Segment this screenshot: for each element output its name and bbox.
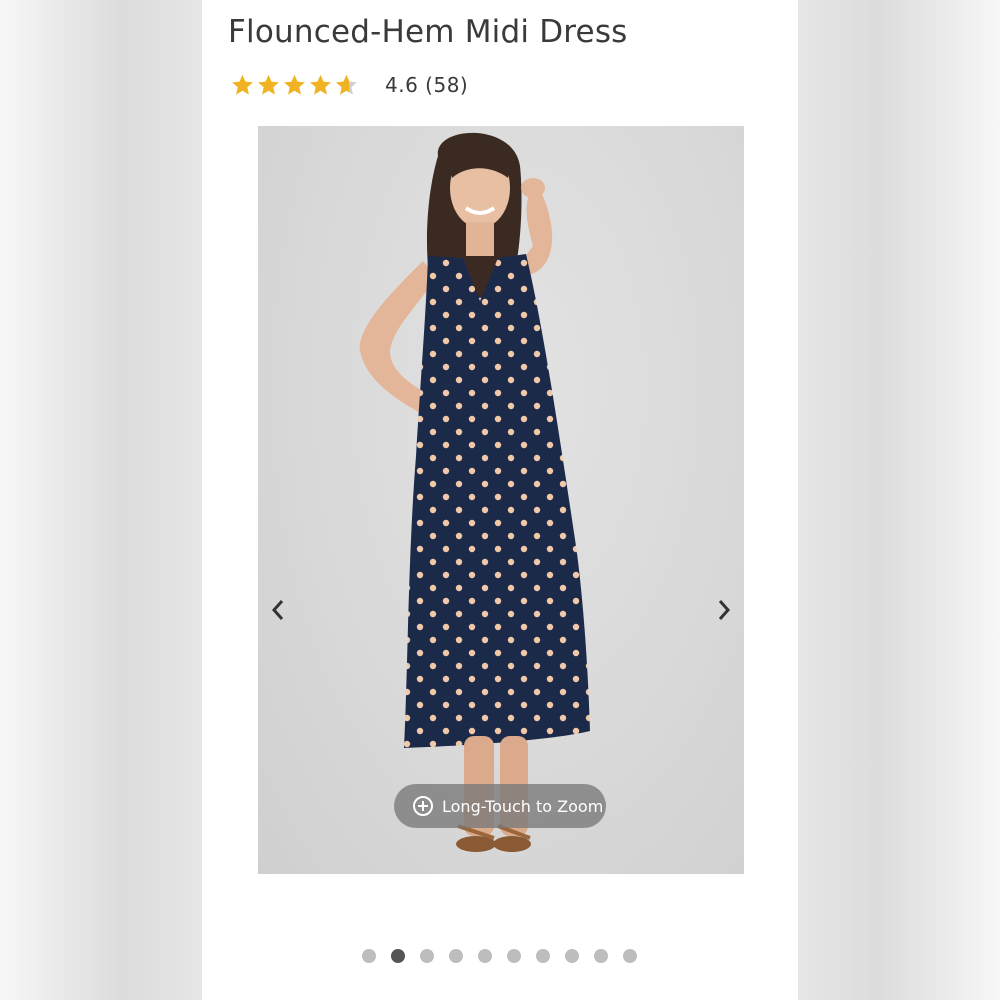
- pagination-dot[interactable]: [362, 949, 376, 963]
- pagination-dot[interactable]: [565, 949, 579, 963]
- pagination-dot[interactable]: [507, 949, 521, 963]
- chevron-right-icon: [718, 600, 731, 620]
- pagination-dot[interactable]: [478, 949, 492, 963]
- star-icon: [232, 74, 253, 95]
- pagination-dot[interactable]: [449, 949, 463, 963]
- product-title: Flounced-Hem Midi Dress: [228, 14, 628, 50]
- pagination-dot[interactable]: [391, 949, 405, 963]
- star-icon: [258, 74, 279, 95]
- pagination-dot[interactable]: [594, 949, 608, 963]
- chevron-left-icon: [271, 600, 284, 620]
- zoom-hint-label: Long-Touch to Zoom: [442, 796, 604, 816]
- half-star-icon: [336, 74, 357, 95]
- pagination-dot[interactable]: [623, 949, 637, 963]
- background-right: [798, 0, 1000, 1000]
- next-image-button[interactable]: [712, 596, 736, 624]
- pagination-dot[interactable]: [536, 949, 550, 963]
- zoom-plus-icon: [413, 796, 433, 816]
- pagination-dot[interactable]: [420, 949, 434, 963]
- product-card: Flounced-Hem Midi Dress 4.6 (58) Long-To…: [202, 0, 798, 1000]
- model-photo: [359, 132, 590, 852]
- zoom-hint-button[interactable]: Long-Touch to Zoom: [394, 784, 606, 828]
- image-pagination: [362, 949, 637, 963]
- rating-summary[interactable]: 4.6 (58): [385, 73, 468, 97]
- star-icon: [284, 74, 305, 95]
- rating-stars: [230, 73, 359, 98]
- background-left: [0, 0, 202, 1000]
- previous-image-button[interactable]: [266, 596, 290, 624]
- star-icon: [310, 74, 331, 95]
- product-image[interactable]: Long-Touch to Zoom: [258, 126, 744, 874]
- product-rating[interactable]: 4.6 (58): [230, 70, 468, 100]
